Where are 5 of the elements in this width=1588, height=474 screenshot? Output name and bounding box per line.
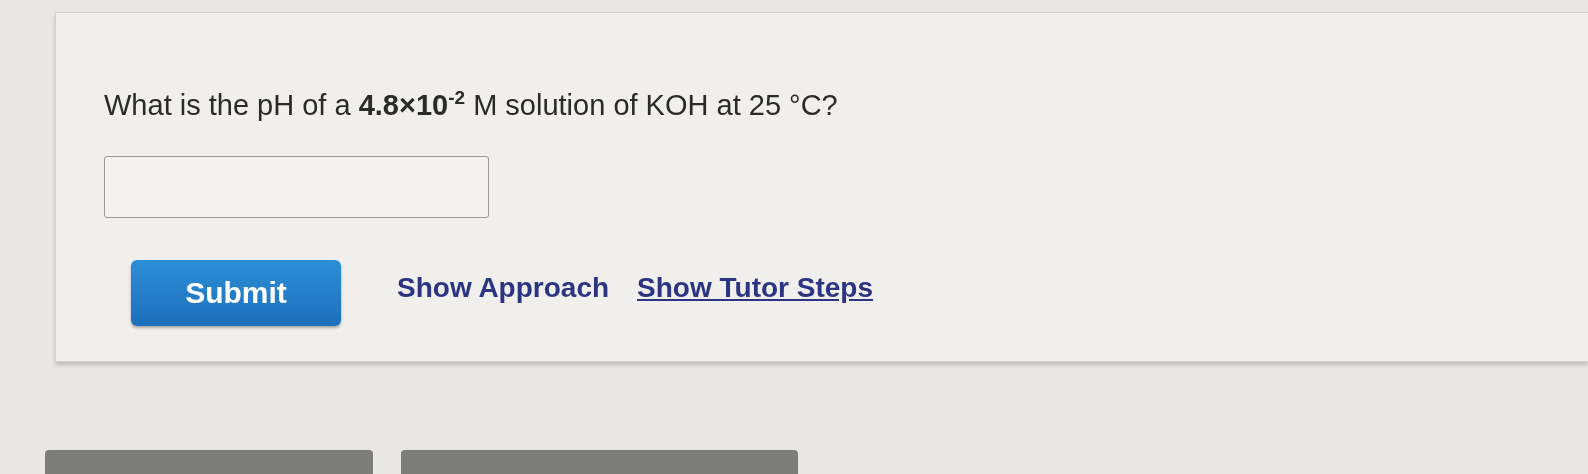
- submit-button[interactable]: Submit: [131, 259, 341, 326]
- link[interactable]: Show Approach: [397, 271, 610, 304]
- link[interactable]: Show Tutor Steps: [637, 271, 873, 304]
- question-text: What is the pH of a 4.8×10$^{-2}$ M solution of KOH at 25 °C?: [104, 87, 839, 122]
- answer-field[interactable]: [104, 155, 489, 218]
